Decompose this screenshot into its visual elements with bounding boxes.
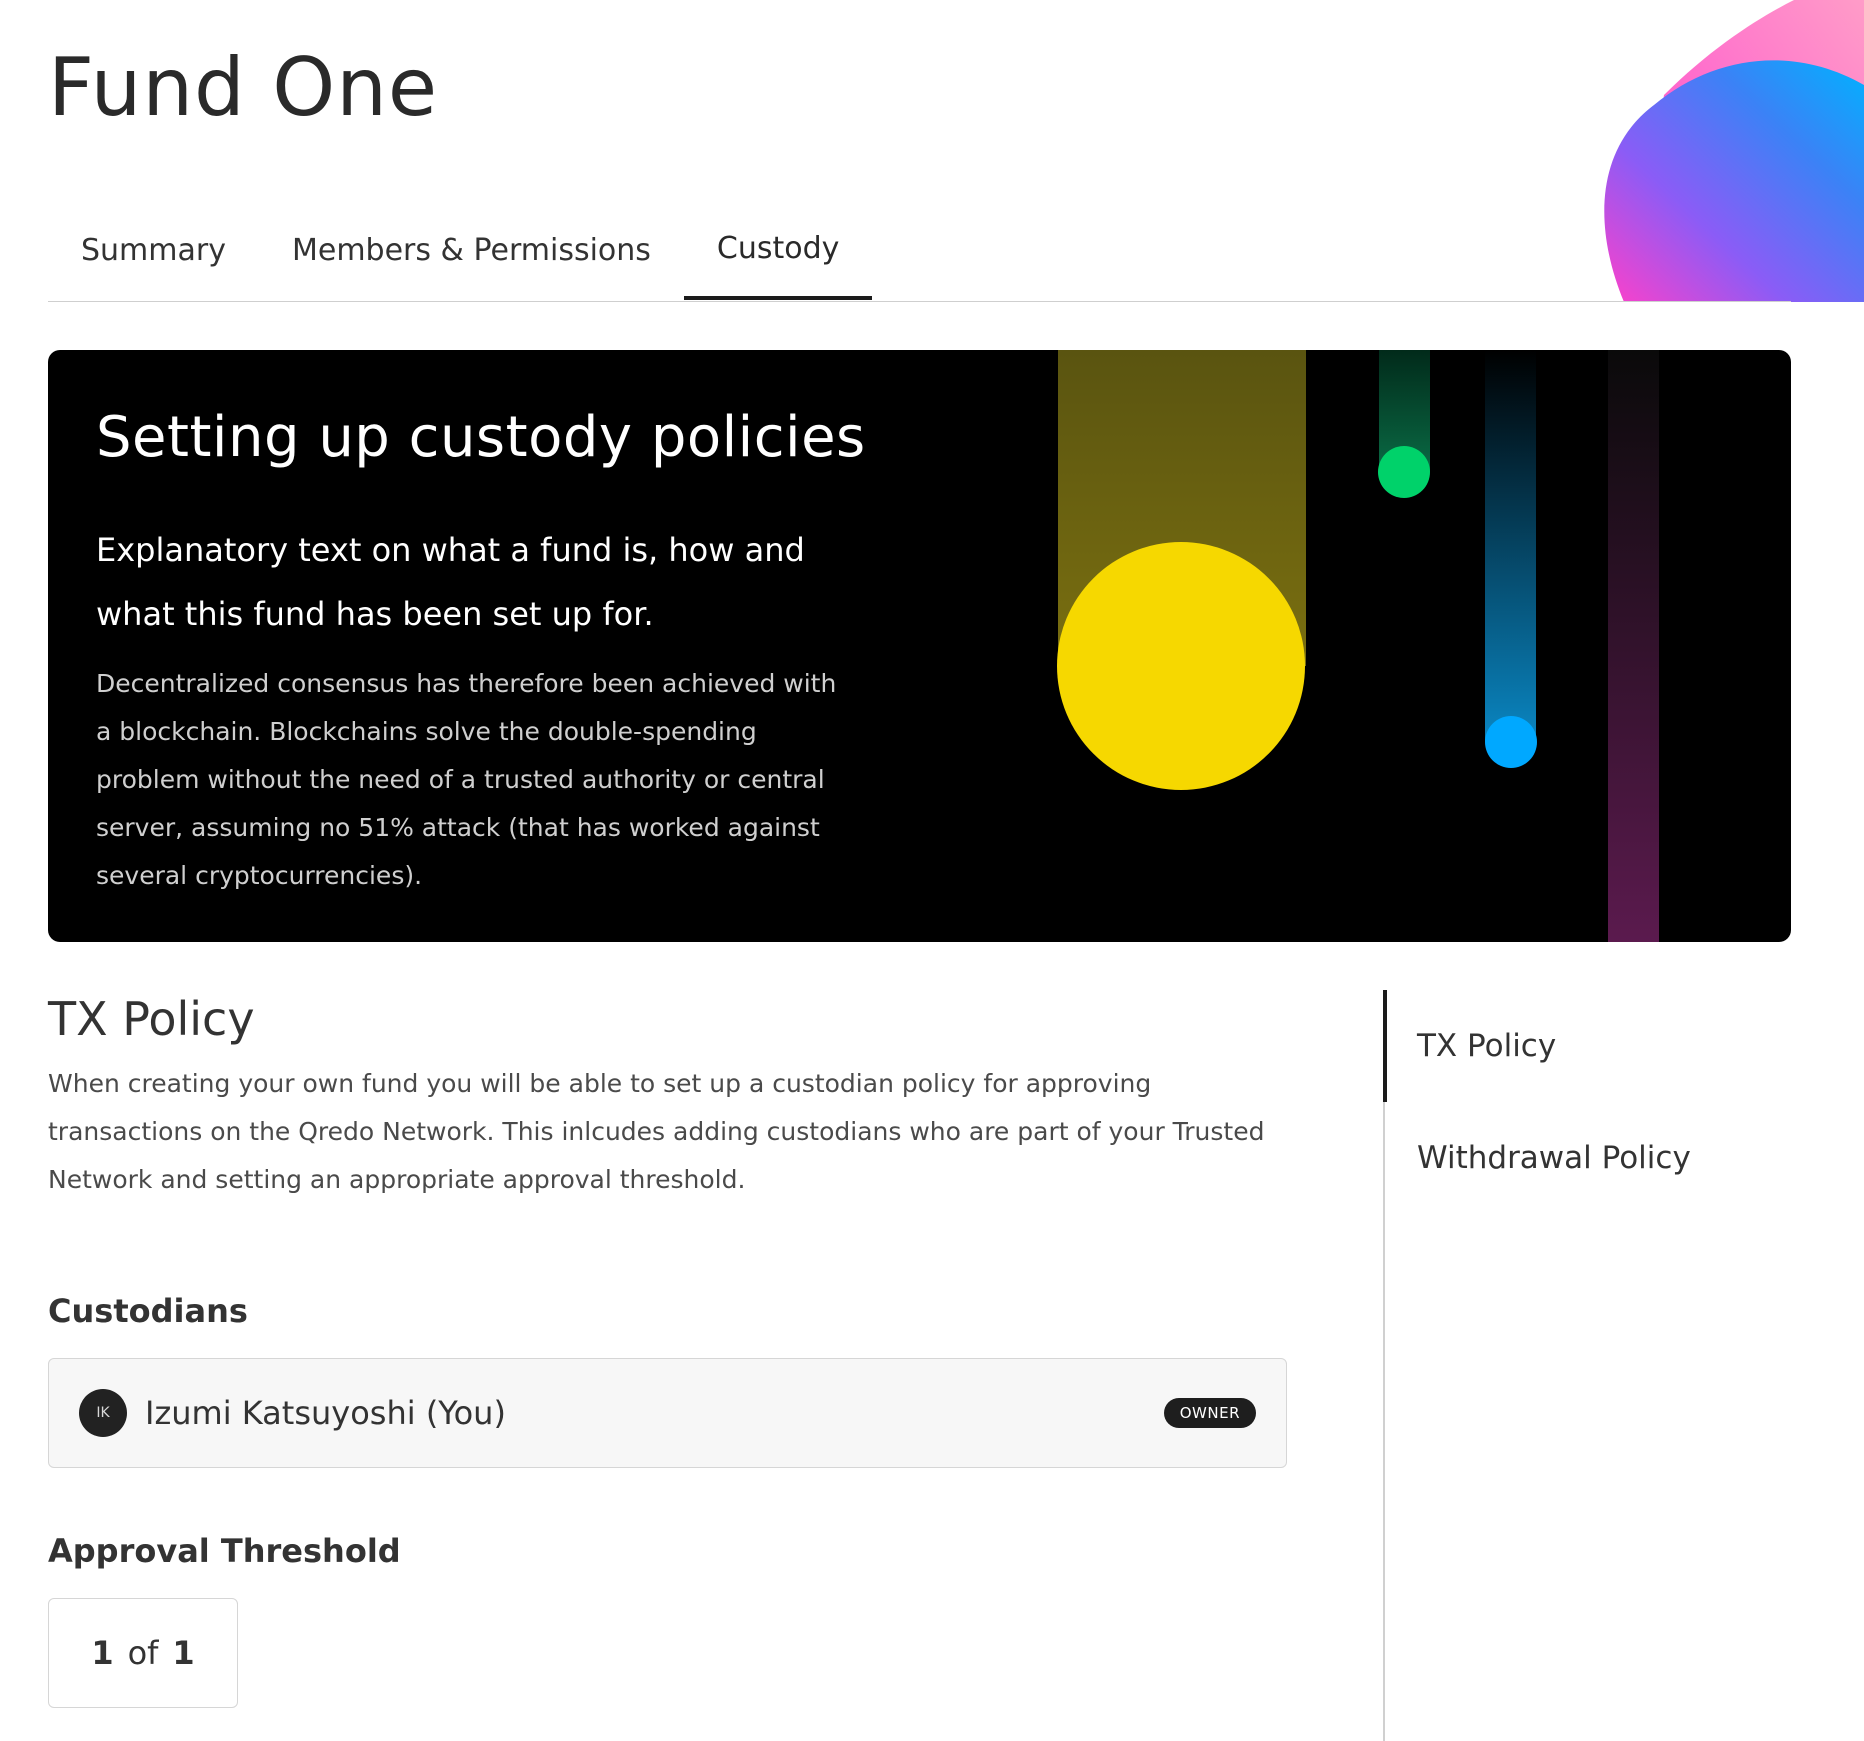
tab-summary[interactable]: Summary: [48, 200, 259, 300]
policy-side-nav: TX Policy Withdrawal Policy: [1383, 990, 1785, 1741]
section-title: TX Policy: [48, 992, 255, 1046]
avatar: IK: [79, 1389, 127, 1437]
custody-intro-banner: Setting up custody policies Explanatory …: [48, 350, 1791, 942]
page-title: Fund One: [48, 41, 439, 134]
threshold-total: 1: [172, 1634, 195, 1672]
banner-body-text: Decentralized consensus has therefore be…: [96, 669, 837, 890]
custodian-item: IK Izumi Katsuyoshi (You) OWNER: [48, 1358, 1287, 1468]
banner-title: Setting up custody policies: [96, 405, 866, 470]
tx-policy-section: TX Policy When creating your own fund yo…: [48, 990, 1288, 1708]
approval-threshold-value: 1 of 1: [48, 1598, 238, 1708]
approval-threshold-heading: Approval Threshold: [48, 1532, 401, 1570]
green-orb: [1378, 446, 1430, 498]
section-description: When creating your own fund you will be …: [48, 1068, 1265, 1194]
blue-orb: [1485, 716, 1537, 768]
custodians-heading: Custodians: [48, 1292, 248, 1330]
side-nav-item-tx-policy[interactable]: TX Policy: [1383, 990, 1785, 1102]
tab-members-permissions[interactable]: Members & Permissions: [259, 200, 684, 300]
banner-lead-text: Explanatory text on what a fund is, how …: [96, 531, 805, 633]
tab-bar: Summary Members & Permissions Custody: [48, 200, 1791, 302]
owner-badge: OWNER: [1163, 1398, 1256, 1428]
threshold-separator: of: [127, 1634, 159, 1672]
threshold-required: 1: [91, 1634, 114, 1672]
side-nav-item-withdrawal-policy[interactable]: Withdrawal Policy: [1383, 1102, 1785, 1214]
magenta-bar: [1608, 350, 1659, 942]
custodian-name: Izumi Katsuyoshi (You): [145, 1394, 506, 1432]
tab-custody[interactable]: Custody: [683, 200, 873, 300]
yellow-orb: [1057, 542, 1305, 790]
